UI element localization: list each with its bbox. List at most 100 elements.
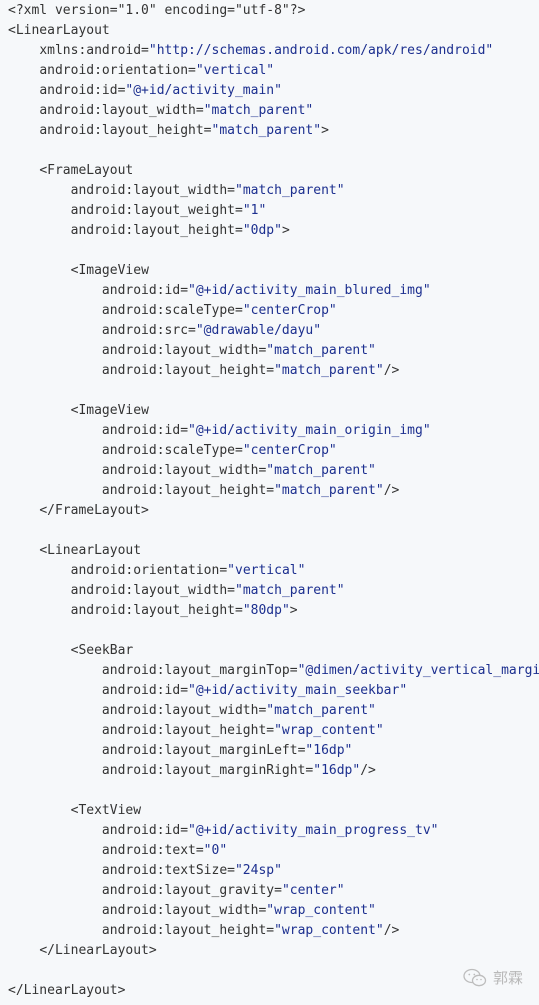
code-token-attr: android:layout_marginTop=: [101, 663, 298, 678]
code-token-attr: android:layout_width=: [101, 703, 267, 718]
code-line: android:layout_width="match_parent": [8, 701, 539, 721]
code-token-attr: android:layout_width=: [70, 583, 235, 598]
code-token-attr: android:layout_width=: [101, 343, 267, 358]
code-token-str: "match_parent": [274, 483, 384, 498]
code-token-tag: />: [383, 363, 400, 378]
code-token-attr: android:layout_height=: [101, 723, 275, 738]
code-line: <LinearLayout: [8, 21, 539, 41]
code-token-str: "80dp": [242, 603, 290, 618]
code-token-tag: <LinearLayout: [39, 543, 142, 558]
code-line: </LinearLayout>: [8, 981, 539, 1001]
code-line: </LinearLayout>: [8, 941, 539, 961]
code-line: android:layout_height="80dp">: [8, 601, 539, 621]
code-line: android:layout_height="wrap_content": [8, 721, 539, 741]
code-line: <SeekBar: [8, 641, 539, 661]
code-line: android:scaleType="centerCrop": [8, 441, 539, 461]
watermark: 郭霖: [463, 967, 523, 988]
code-token-str: "0dp": [242, 223, 282, 238]
code-token-str: "0": [203, 843, 228, 858]
code-token-attr: android:layout_width=: [101, 463, 267, 478]
watermark-author: 郭霖: [492, 969, 523, 987]
code-line: </FrameLayout>: [8, 501, 539, 521]
code-line: android:layout_width="match_parent": [8, 581, 539, 601]
code-line: android:layout_width="match_parent": [8, 461, 539, 481]
code-token-tag: <TextView: [70, 803, 142, 818]
xml-code-block: <?xml version="1.0" encoding="utf-8"?> <L…: [0, 1, 539, 1001]
code-token-str: "1": [242, 203, 267, 218]
code-token-attr: android:id=: [101, 423, 189, 438]
code-token-attr: android:layout_height=: [70, 223, 243, 238]
code-token-attr: android:id=: [101, 683, 189, 698]
code-token-pi: <?xml version="1.0" encoding="utf-8"?>: [8, 3, 306, 18]
code-token-attr: android:layout_height=: [39, 123, 212, 138]
wechat-icon: [463, 968, 487, 986]
code-line: android:layout_marginTop="@dimen/activit…: [8, 661, 539, 681]
code-token-attr: android:id=: [101, 283, 189, 298]
code-token-str: "match_parent": [266, 463, 376, 478]
code-line: android:layout_height="match_parent">: [8, 121, 539, 141]
code-token-attr: android:layout_weight=: [70, 203, 243, 218]
code-token-attr: android:orientation=: [70, 563, 228, 578]
code-line: <TextView: [8, 801, 539, 821]
code-token-str: "vertical": [195, 63, 275, 78]
code-token-attr: android:scaleType=: [101, 443, 243, 458]
code-line: android:id="@+id/activity_main": [8, 81, 539, 101]
code-line: android:layout_width="match_parent": [8, 341, 539, 361]
code-token-tag: >: [281, 223, 290, 238]
code-token-str: "vertical": [227, 563, 306, 578]
code-line: android:layout_height="match_parent"/>: [8, 481, 539, 501]
code-token-attr: android:scaleType=: [101, 303, 243, 318]
code-line: android:text="0": [8, 841, 539, 861]
code-token-str: "match_parent": [266, 343, 376, 358]
code-token-tag: <ImageView: [70, 403, 149, 418]
code-token-str: "@+id/activity_main": [125, 83, 282, 98]
code-token-str: "match_parent": [266, 703, 376, 718]
code-line: android:layout_gravity="center": [8, 881, 539, 901]
code-line: <LinearLayout: [8, 541, 539, 561]
code-token-attr: android:layout_width=: [101, 903, 267, 918]
code-line: android:id="@+id/activity_main_origin_im…: [8, 421, 539, 441]
code-token-tag: </FrameLayout>: [39, 503, 149, 518]
code-token-str: "match_parent": [211, 123, 322, 138]
code-token-str: "wrap_content": [274, 923, 384, 938]
code-line: android:textSize="24sp": [8, 861, 539, 881]
code-token-str: "@+id/activity_main_blured_img": [188, 283, 431, 298]
code-token-str: "@+id/activity_main_origin_img": [188, 423, 431, 438]
code-line: android:layout_width="match_parent": [8, 181, 539, 201]
code-line: android:orientation="vertical": [8, 61, 539, 81]
code-token-attr: android:layout_marginRight=: [101, 763, 314, 778]
code-line: <FrameLayout: [8, 161, 539, 181]
code-token-tag: <SeekBar: [70, 643, 134, 658]
code-token-str: "match_parent": [274, 363, 384, 378]
code-token-attr: xmlns:android=: [39, 43, 149, 58]
code-token-str: "@+id/activity_main_seekbar": [188, 683, 408, 698]
code-line: android:id="@+id/activity_main_seekbar": [8, 681, 539, 701]
code-line: <ImageView: [8, 401, 539, 421]
code-token-str: "wrap_content": [274, 723, 384, 738]
code-token-attr: android:textSize=: [101, 863, 235, 878]
code-token-str: "16dp": [305, 743, 353, 758]
code-token-attr: android:id=: [101, 823, 189, 838]
